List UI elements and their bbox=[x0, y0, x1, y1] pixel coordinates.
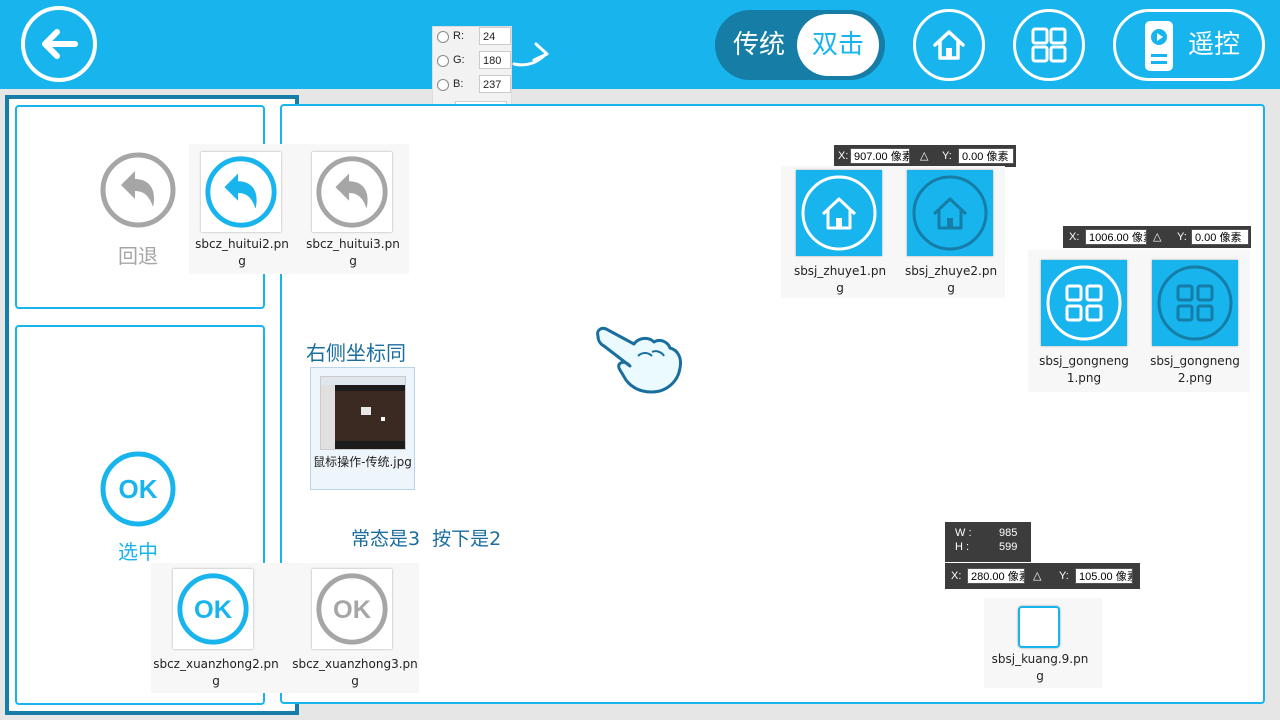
asset-name-zhuye1: sbsj_zhuye1.png bbox=[793, 264, 887, 295]
asset-thumb-huitui3[interactable] bbox=[312, 152, 392, 232]
note-right-same: 右侧坐标同 bbox=[306, 341, 406, 365]
height-label: H : bbox=[955, 541, 970, 553]
mode-toggle[interactable]: 传统 双击 bbox=[715, 10, 885, 80]
toggle-option-traditional[interactable]: 传统 bbox=[733, 10, 785, 80]
asset-thumb-gongneng2[interactable] bbox=[1152, 260, 1238, 346]
zhuye-x-field[interactable]: 907.00 像素 bbox=[850, 148, 910, 164]
asset-thumb-xuanzhong3[interactable]: OK bbox=[312, 569, 392, 649]
top-bar bbox=[0, 0, 1280, 89]
apps-pressed-icon bbox=[1157, 265, 1233, 341]
g-radio[interactable] bbox=[437, 55, 449, 67]
main-panel bbox=[280, 104, 1265, 704]
b-value-field[interactable]: 237 bbox=[479, 75, 511, 93]
pointing-hand-icon bbox=[596, 326, 682, 394]
coord-bar-zhuye: X: 907.00 像素 △ Y: 0.00 像素 bbox=[834, 145, 1016, 167]
remote-label: 遥控 bbox=[1188, 30, 1241, 60]
asset-name-xuanzhong3: sbcz_xuanzhong3.png bbox=[292, 657, 418, 688]
b-radio[interactable] bbox=[437, 79, 449, 91]
coord-bar-kuang: X: 280.00 像素 △ Y: 105.00 像素 bbox=[945, 563, 1140, 589]
asset-thumb-kuang[interactable] bbox=[1018, 606, 1060, 648]
remote-control-icon bbox=[1145, 21, 1173, 71]
curved-arrow-icon bbox=[512, 42, 549, 67]
remote-button[interactable]: 遥控 bbox=[1113, 9, 1265, 81]
ok-icon: OK bbox=[100, 451, 176, 527]
toggle-option-double-click[interactable]: 双击 bbox=[797, 14, 879, 76]
svg-text:OK: OK bbox=[333, 596, 372, 624]
asset-thumb-zhuye1[interactable] bbox=[796, 170, 882, 256]
width-label: W : bbox=[955, 527, 972, 539]
back-button[interactable] bbox=[21, 6, 97, 82]
svg-text:OK: OK bbox=[194, 596, 233, 624]
asset-name-zhuye2: sbsj_zhuye2.png bbox=[904, 264, 998, 295]
gongneng-y-field[interactable]: 0.00 像素 bbox=[1191, 229, 1249, 245]
asset-name-gongneng1: sbsj_gongneng1.png bbox=[1039, 354, 1129, 385]
asset-name-kuang: sbsj_kuang.9.png bbox=[991, 652, 1089, 683]
svg-text:OK: OK bbox=[119, 474, 158, 504]
back-label: 回退 bbox=[118, 244, 158, 268]
home-pressed-icon bbox=[912, 175, 988, 251]
size-readout: W : 985 H : 599 bbox=[945, 522, 1031, 562]
g-label: G: bbox=[453, 54, 465, 66]
asset-thumb-zhuye2[interactable] bbox=[907, 170, 993, 256]
asset-name-xuanzhong2: sbcz_xuanzhong2.png bbox=[153, 657, 279, 688]
ok-normal-icon: OK bbox=[316, 573, 388, 645]
coord-bar-gongneng: X: 1006.00 像素 △ Y: 0.00 像素 bbox=[1063, 226, 1251, 248]
height-value: 599 bbox=[999, 541, 1018, 553]
ok-pressed-icon: OK bbox=[177, 573, 249, 645]
b-label: B: bbox=[453, 78, 464, 90]
kuang-y-field[interactable]: 105.00 像素 bbox=[1075, 568, 1133, 584]
screenshot-thumbnail bbox=[320, 376, 406, 450]
r-label: R: bbox=[453, 30, 464, 42]
width-value: 985 bbox=[999, 527, 1018, 539]
grid-icon bbox=[1031, 27, 1067, 63]
undo-icon bbox=[100, 152, 176, 228]
undo-normal-icon bbox=[316, 156, 388, 228]
r-radio[interactable] bbox=[437, 31, 449, 43]
arrow-left-icon bbox=[42, 29, 78, 59]
g-value-field[interactable]: 180 bbox=[479, 51, 511, 69]
r-value-field[interactable]: 24 bbox=[479, 27, 511, 45]
apps-button[interactable] bbox=[1013, 9, 1085, 81]
note-state: 常态是3 按下是2 bbox=[351, 528, 502, 550]
home-icon bbox=[933, 30, 965, 60]
asset-thumb-huitui2[interactable] bbox=[201, 152, 281, 232]
asset-name-screenshot: 鼠标操作-传统.jpg bbox=[313, 455, 412, 469]
undo-pressed-icon bbox=[205, 156, 277, 228]
asset-name-huitui2: sbcz_huitui2.png bbox=[195, 237, 289, 268]
asset-name-gongneng2: sbsj_gongneng2.png bbox=[1150, 354, 1240, 385]
home-normal-icon bbox=[801, 175, 877, 251]
asset-name-huitui3: sbcz_huitui3.png bbox=[306, 237, 400, 268]
apps-normal-icon bbox=[1046, 265, 1122, 341]
zhuye-y-field[interactable]: 0.00 像素 bbox=[958, 148, 1014, 164]
kuang-x-field[interactable]: 280.00 像素 bbox=[967, 568, 1025, 584]
asset-thumb-xuanzhong2[interactable]: OK bbox=[173, 569, 253, 649]
gongneng-x-field[interactable]: 1006.00 像素 bbox=[1085, 229, 1147, 245]
select-label: 选中 bbox=[118, 540, 158, 564]
asset-thumb-gongneng1[interactable] bbox=[1041, 260, 1127, 346]
home-button[interactable] bbox=[913, 9, 985, 81]
